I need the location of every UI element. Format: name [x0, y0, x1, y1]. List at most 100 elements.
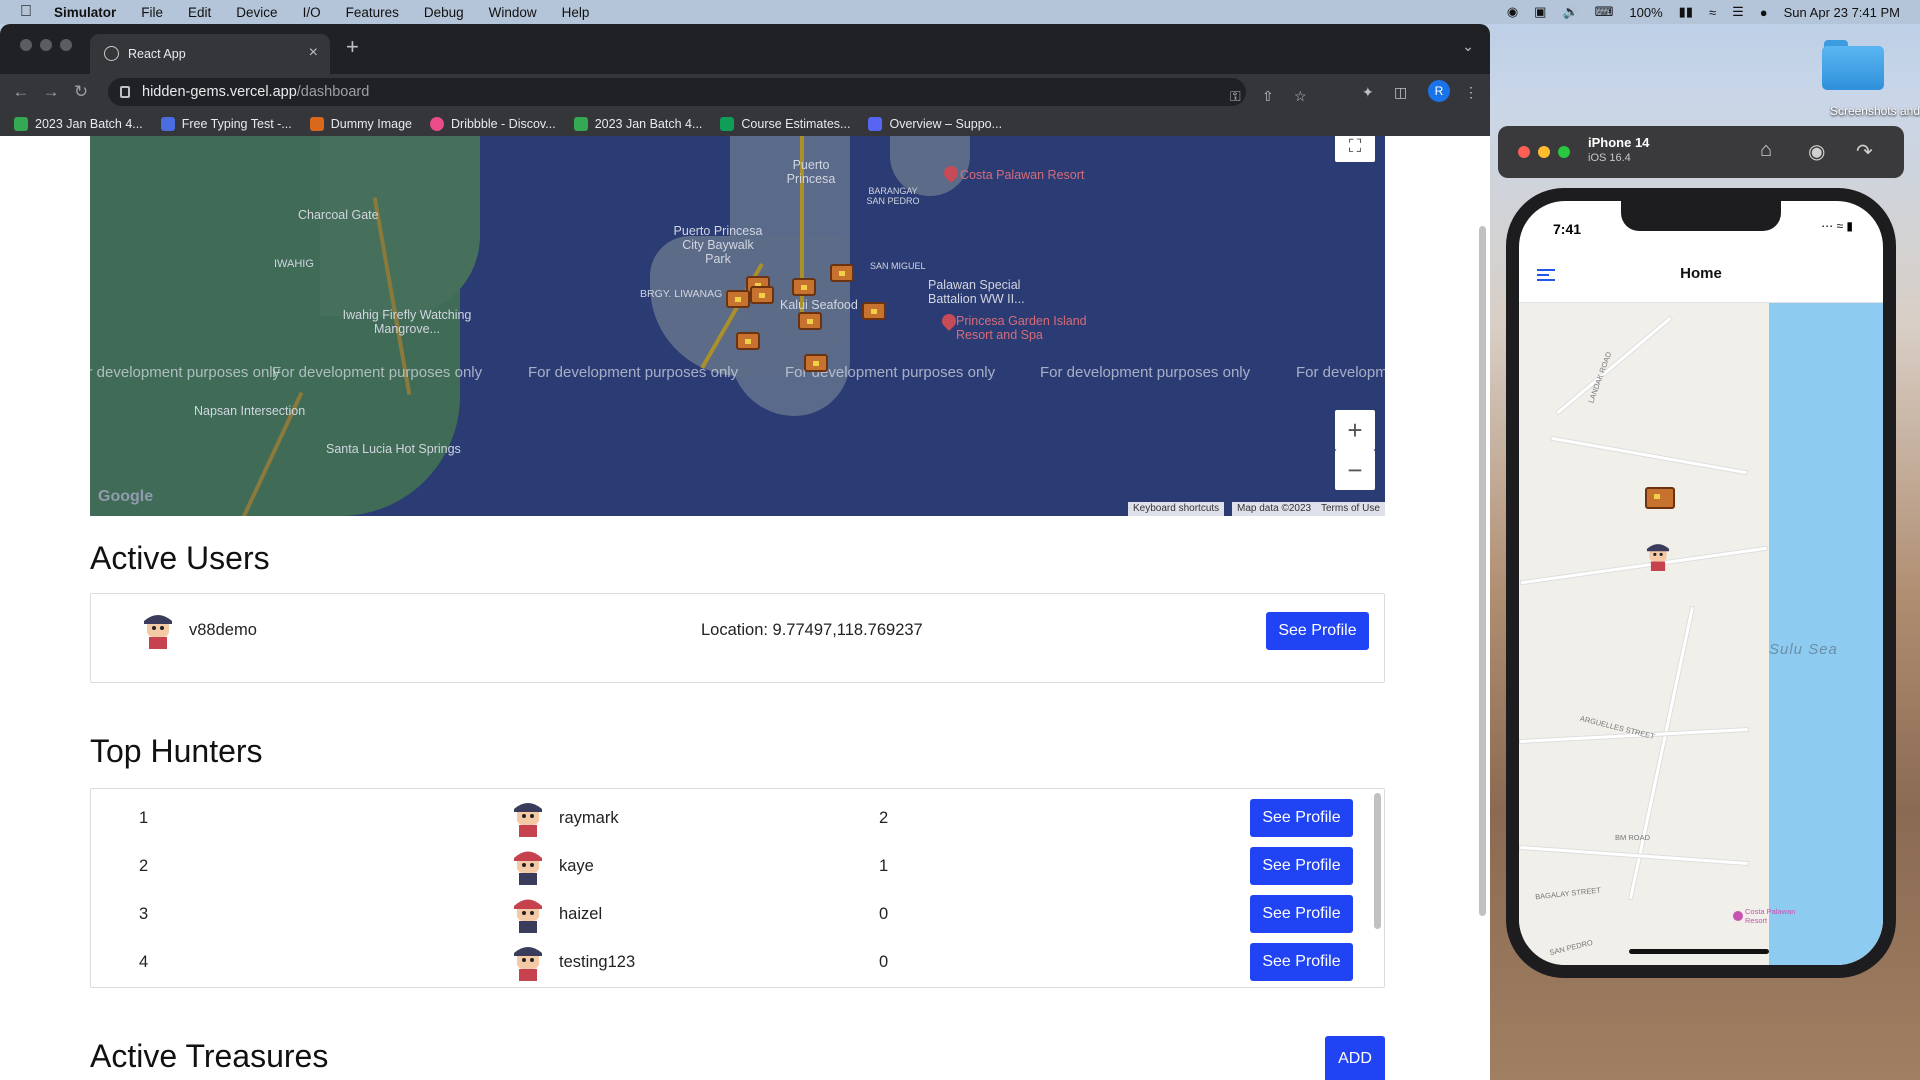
close-window-button[interactable] [1518, 146, 1530, 158]
zoom-out-button[interactable]: − [1335, 450, 1375, 490]
share-icon[interactable]: ⇧ [1262, 88, 1274, 105]
zoom-window-button[interactable] [1558, 146, 1570, 158]
close-window-button[interactable] [20, 39, 32, 51]
key-icon[interactable]: ⚿ [1230, 88, 1241, 105]
bookmark-item[interactable]: 2023 Jan Batch 4... [573, 116, 702, 131]
screenshot-icon[interactable]: ◉ [1808, 139, 1825, 164]
wifi-icon[interactable]: ≈ [1709, 5, 1716, 20]
side-panel-icon[interactable]: ◫ [1394, 84, 1407, 101]
menu-datetime[interactable]: Sun Apr 23 7:41 PM [1784, 5, 1900, 20]
keyboard-shortcuts-link[interactable]: Keyboard shortcuts [1128, 502, 1225, 516]
map-road [1554, 315, 1674, 416]
see-profile-button[interactable]: See Profile [1250, 943, 1353, 981]
forward-icon[interactable]: → [36, 82, 66, 102]
siri-icon[interactable]: ● [1760, 5, 1768, 20]
tab-search-icon[interactable]: ⌄ [1462, 38, 1474, 55]
bookmark-item[interactable]: Overview – Suppo... [868, 116, 1002, 131]
reload-icon[interactable]: ↻ [66, 82, 96, 102]
poi-pin-icon[interactable] [1733, 911, 1743, 921]
profile-avatar[interactable]: R [1428, 80, 1450, 102]
table-row: 4 testing123 0 See Profile [91, 933, 1371, 981]
see-profile-button[interactable]: See Profile [1266, 612, 1369, 650]
folder-label[interactable]: Screenshots and [1800, 104, 1920, 118]
hunter-name: kaye [559, 857, 594, 875]
home-indicator[interactable] [1629, 949, 1769, 954]
treasure-chest-icon[interactable] [804, 354, 828, 372]
folder-icon[interactable] [1822, 40, 1884, 90]
phone-map[interactable]: LANDAK ROAD ARGUELLES STREET BM ROAD BAG… [1519, 303, 1883, 965]
pirate-avatar-icon[interactable] [1643, 541, 1673, 571]
menu-status-area: ◉ ▣ 🔊 ⌨ 100% ▮▮ ≈ ☰ ● Sun Apr 23 7:41 PM [1507, 0, 1900, 24]
bookmark-item[interactable]: Dummy Image [309, 116, 412, 131]
hunter-score: 2 [879, 809, 889, 827]
display-icon[interactable]: ▣ [1534, 4, 1546, 20]
terms-of-use-link[interactable]: Terms of Use [1316, 502, 1385, 516]
map-panel[interactable]: Puerto Princesa BARANGAY SAN PEDRO Costa… [90, 136, 1385, 516]
tab-react-app[interactable]: React App × [90, 34, 330, 74]
zoom-in-button[interactable]: + [1335, 410, 1375, 450]
see-profile-button[interactable]: See Profile [1250, 847, 1353, 885]
lock-icon[interactable] [120, 86, 130, 98]
tab-title: React App [128, 47, 186, 61]
address-bar[interactable]: hidden-gems.vercel.app/dashboard ⚿ ⇧ ☆ [108, 78, 1307, 106]
kebab-menu-icon[interactable]: ⋮ [1464, 84, 1478, 101]
bookmark-favicon-icon [309, 116, 324, 131]
simulator-titlebar: iPhone 14 iOS 16.4 ⌂ ◉ ↷ [1498, 126, 1904, 178]
see-profile-button[interactable]: See Profile [1250, 799, 1353, 837]
treasure-chest-icon[interactable] [798, 312, 822, 330]
map-land [320, 136, 480, 316]
street-label: SAN PEDRO [1548, 937, 1594, 958]
window-controls [20, 39, 72, 51]
menu-debug[interactable]: Debug [424, 5, 464, 20]
bookmark-item[interactable]: Dribbble - Discov... [430, 116, 556, 131]
see-profile-button[interactable]: See Profile [1250, 895, 1353, 933]
volume-icon[interactable]: 🔊 [1562, 4, 1578, 20]
treasure-chest-icon[interactable] [750, 286, 774, 304]
top-hunters-title: Top Hunters [90, 733, 263, 769]
menu-features[interactable]: Features [346, 5, 399, 20]
menu-io[interactable]: I/O [303, 5, 321, 20]
bookmark-item[interactable]: 2023 Jan Batch 4... [14, 116, 143, 131]
battery-icon[interactable]: ▮▮ [1679, 4, 1693, 20]
treasure-chest-icon[interactable] [830, 264, 854, 282]
bookmark-star-icon[interactable]: ☆ [1294, 88, 1307, 105]
treasure-chest-icon[interactable] [1645, 487, 1675, 509]
browser-toolbar: ← → ↻ hidden-gems.vercel.app/dashboard ⚿… [0, 74, 1490, 110]
new-tab-icon[interactable]: + [346, 34, 359, 60]
bookmark-favicon-icon [430, 116, 445, 131]
bookmark-item[interactable]: Free Typing Test -... [160, 116, 292, 131]
minimize-window-button[interactable] [40, 39, 52, 51]
treasure-chest-icon[interactable] [862, 302, 886, 320]
home-icon[interactable]: ⌂ [1760, 139, 1772, 162]
add-treasure-button[interactable]: ADD [1325, 1036, 1385, 1080]
fullscreen-icon[interactable]: ⛶ [1335, 136, 1375, 162]
zoom-window-button[interactable] [60, 39, 72, 51]
back-icon[interactable]: ← [6, 82, 36, 102]
menu-help[interactable]: Help [562, 5, 590, 20]
menu-window[interactable]: Window [489, 5, 537, 20]
bookmark-favicon-icon [573, 116, 588, 131]
close-tab-icon[interactable]: × [309, 44, 318, 62]
keyboard-icon[interactable]: ⌨ [1595, 4, 1614, 20]
control-center-icon[interactable]: ☰ [1732, 4, 1744, 20]
menu-file[interactable]: File [141, 5, 163, 20]
treasure-chest-icon[interactable] [736, 332, 760, 350]
rotate-icon[interactable]: ↷ [1856, 139, 1873, 164]
header-title: Home [1680, 265, 1722, 282]
sea-label: Sulu Sea [1769, 641, 1838, 658]
extensions-icon[interactable]: ✦ [1362, 84, 1374, 101]
card-scrollbar[interactable] [1374, 793, 1381, 929]
map-label: Charcoal Gate [298, 208, 379, 222]
hunter-name: raymark [559, 809, 619, 827]
menu-device[interactable]: Device [236, 5, 277, 20]
apple-icon[interactable]:  [20, 3, 32, 21]
menu-app-name[interactable]: Simulator [54, 5, 116, 20]
record-icon[interactable]: ◉ [1507, 4, 1518, 20]
minimize-window-button[interactable] [1538, 146, 1550, 158]
treasure-chest-icon[interactable] [792, 278, 816, 296]
bookmark-item[interactable]: Course Estimates... [720, 116, 850, 131]
browser-window: React App × + ⌄ ← → ↻ hidden-gems.vercel… [0, 24, 1490, 1080]
page-scrollbar[interactable] [1479, 226, 1486, 916]
menu-edit[interactable]: Edit [188, 5, 211, 20]
treasure-chest-icon[interactable] [726, 290, 750, 308]
